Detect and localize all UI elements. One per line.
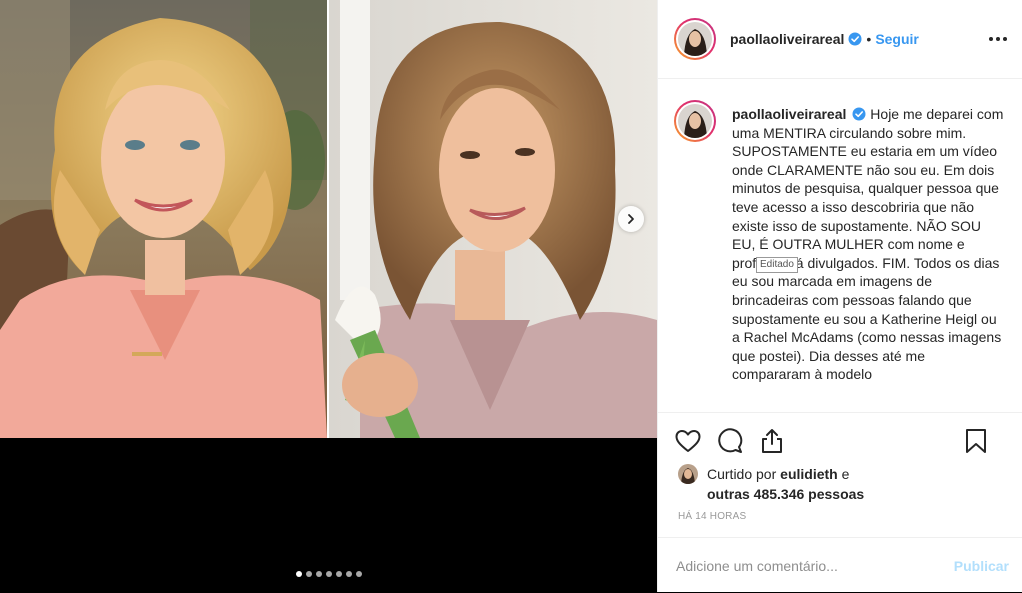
liked-by-user[interactable]: eulidieth bbox=[780, 466, 838, 482]
liked-by-prefix: Curtido por bbox=[707, 466, 777, 482]
publish-button[interactable]: Publicar bbox=[954, 558, 1009, 574]
more-options-icon[interactable] bbox=[987, 28, 1009, 50]
edited-badge: Editado bbox=[756, 257, 798, 273]
verified-badge-icon bbox=[848, 32, 862, 46]
share-icon[interactable] bbox=[758, 427, 786, 455]
follow-button[interactable]: Seguir bbox=[875, 31, 919, 47]
header-user-line: paollaoliveirareal • Seguir bbox=[730, 31, 919, 47]
bookmark-icon[interactable] bbox=[962, 427, 990, 455]
carousel-dot bbox=[355, 571, 362, 577]
post-caption: paollaoliveirareal Hoje me deparei com u… bbox=[732, 105, 1004, 384]
instagram-post: paollaoliveirareal • Seguir paollaolivei… bbox=[0, 0, 1022, 592]
header-username[interactable]: paollaoliveirareal bbox=[730, 31, 844, 47]
likes-others-link[interactable]: outras 485.346 pessoas bbox=[707, 486, 864, 502]
separator-dot: • bbox=[866, 31, 872, 47]
media-viewer bbox=[0, 0, 657, 592]
comment-icon[interactable] bbox=[716, 427, 744, 455]
next-slide-button[interactable] bbox=[618, 206, 644, 232]
actions-area: Curtido por eulidieth e outras 485.346 p… bbox=[658, 412, 1022, 592]
post-photo[interactable] bbox=[0, 0, 657, 438]
carousel-indicator bbox=[0, 571, 657, 577]
action-bar bbox=[674, 425, 1014, 457]
liked-by-conj: e bbox=[841, 466, 850, 482]
carousel-dot bbox=[305, 571, 312, 577]
comment-input[interactable] bbox=[676, 557, 954, 574]
post-header: paollaoliveirareal • Seguir bbox=[658, 0, 1022, 79]
chevron-right-icon bbox=[628, 214, 634, 224]
post-timestamp[interactable]: HÁ 14 HORAS bbox=[678, 511, 746, 522]
carousel-dot bbox=[295, 571, 302, 577]
caption-avatar[interactable] bbox=[674, 100, 716, 142]
caption-username[interactable]: paollaoliveirareal bbox=[732, 106, 846, 122]
caption-area: paollaoliveirareal Hoje me deparei com u… bbox=[658, 80, 1022, 412]
post-side-panel: paollaoliveirareal • Seguir paollaolivei… bbox=[657, 0, 1022, 592]
carousel-dot bbox=[345, 571, 352, 577]
comment-form: Publicar bbox=[658, 537, 1022, 593]
heart-icon[interactable] bbox=[674, 427, 702, 455]
carousel-dot bbox=[325, 571, 332, 577]
verified-badge-icon bbox=[852, 107, 866, 121]
likes-text: Curtido por eulidieth e outras 485.346 p… bbox=[707, 464, 864, 504]
avatar[interactable] bbox=[674, 18, 716, 60]
carousel-dot bbox=[335, 571, 342, 577]
likes-summary: Curtido por eulidieth e outras 485.346 p… bbox=[678, 464, 864, 504]
carousel-dot bbox=[315, 571, 322, 577]
comparison-photo-illustration bbox=[0, 0, 657, 438]
caption-text: Hoje me deparei com uma MENTIRA circulan… bbox=[732, 106, 1004, 383]
liker-avatar[interactable] bbox=[678, 464, 698, 484]
